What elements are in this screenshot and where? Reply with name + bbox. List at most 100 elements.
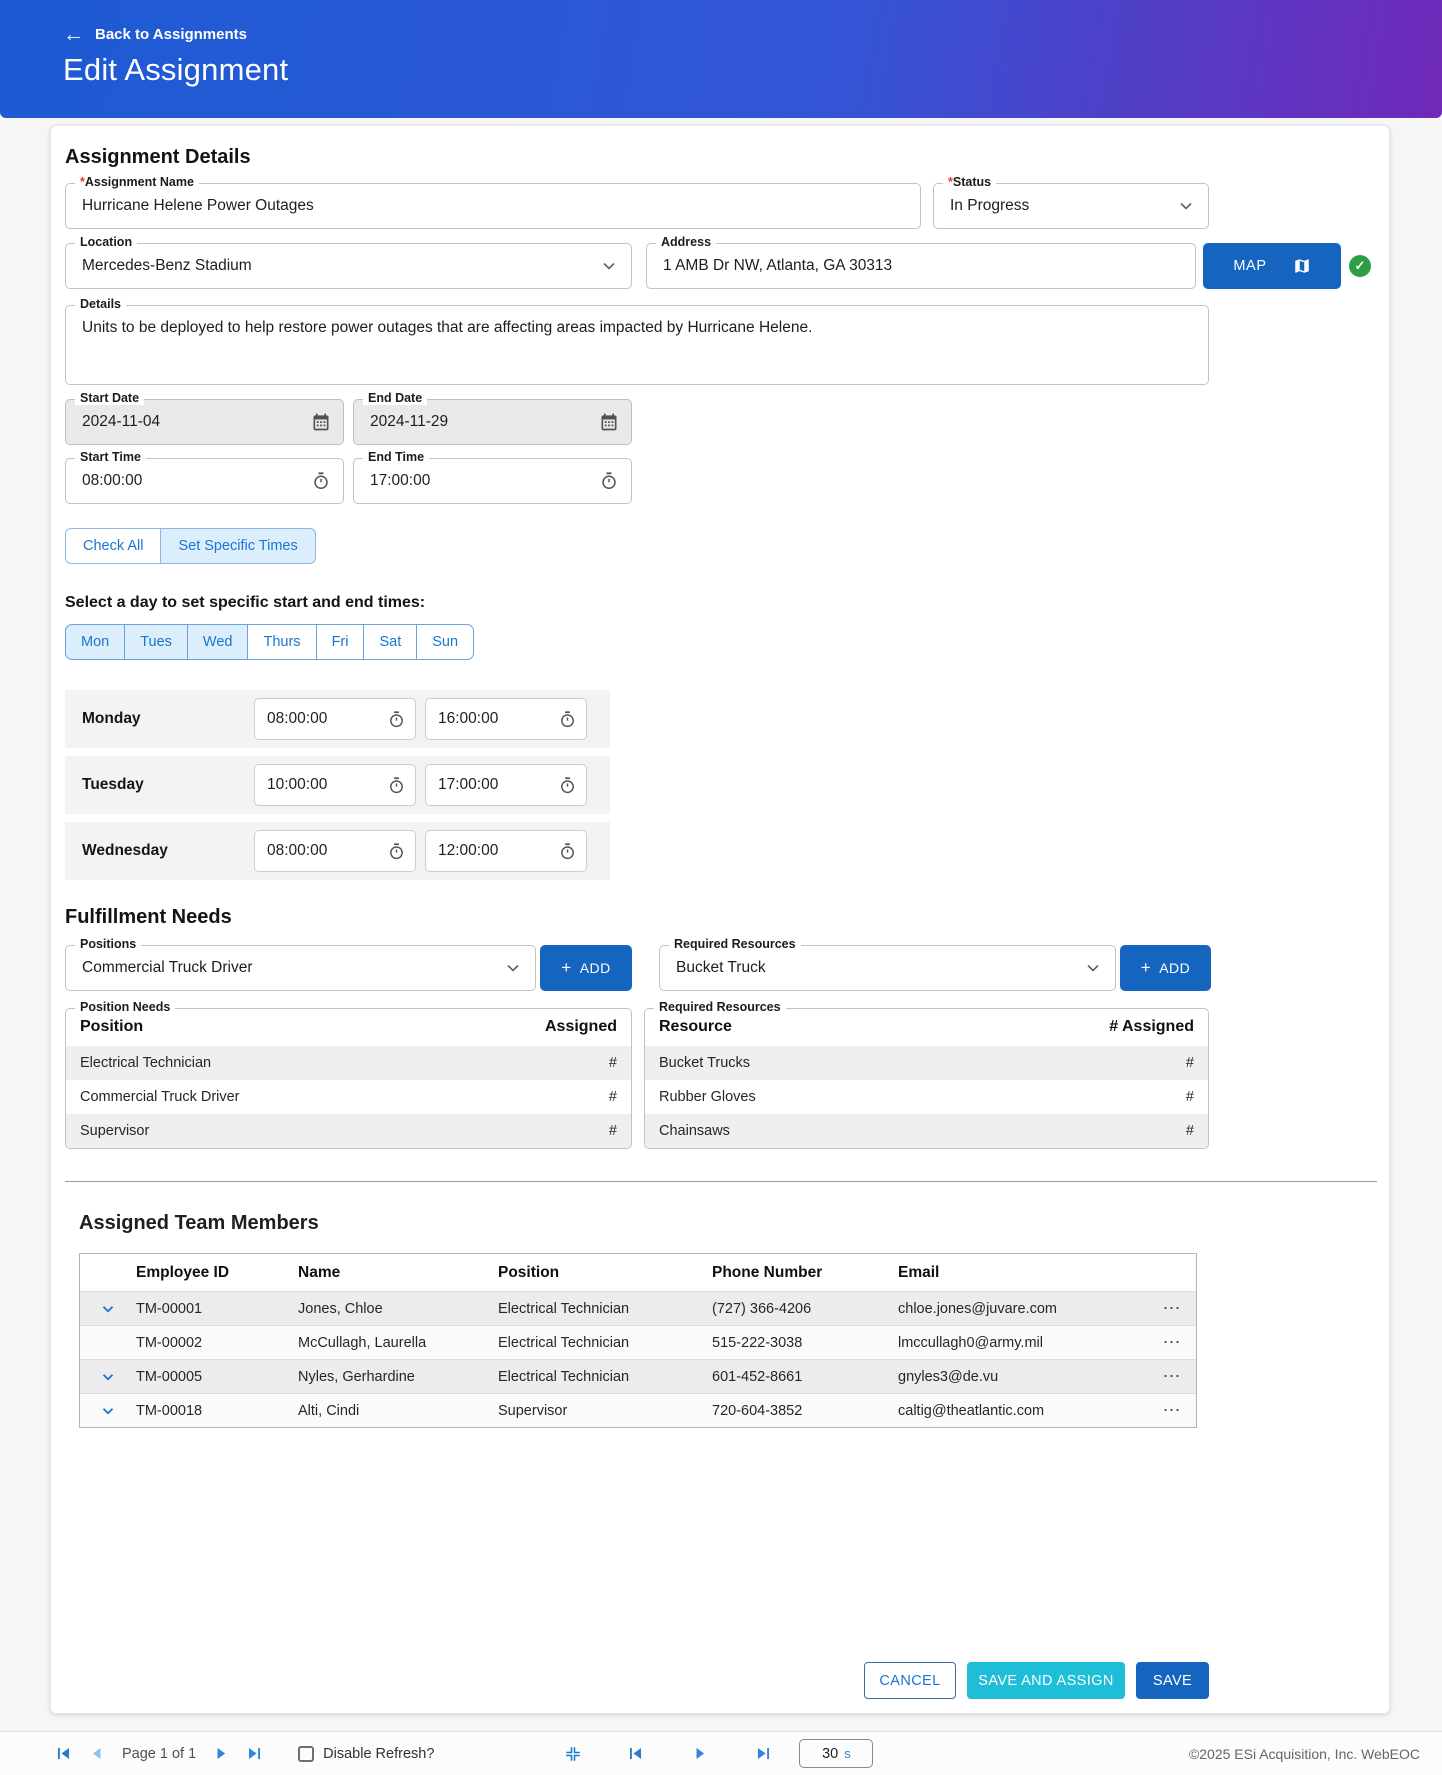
refresh-last-icon[interactable] <box>754 1744 773 1763</box>
assigned-team-members-heading: Assigned Team Members <box>79 1212 1375 1235</box>
timer-icon <box>599 471 619 491</box>
day-button-wed[interactable]: Wed <box>188 624 249 660</box>
timer-icon <box>387 842 406 861</box>
section-divider <box>65 1181 1377 1182</box>
day-button-fri[interactable]: Fri <box>317 624 365 660</box>
check-all-button[interactable]: Check All <box>65 528 161 564</box>
day-button-sat[interactable]: Sat <box>364 624 417 660</box>
day-time-row-wednesday: Wednesday 08:00:00 12:00:00 <box>65 822 610 880</box>
set-specific-times-button[interactable]: Set Specific Times <box>161 528 315 564</box>
day-time-row-monday: Monday 08:00:00 16:00:00 <box>65 690 610 748</box>
row-more-actions-icon[interactable]: ⋯ <box>1146 1332 1198 1353</box>
wednesday-end-time-input[interactable]: 12:00:00 <box>425 830 587 872</box>
fulfillment-needs-heading: Fulfillment Needs <box>65 906 1375 929</box>
timer-icon <box>387 710 406 729</box>
row-more-actions-icon[interactable]: ⋯ <box>1146 1298 1198 1319</box>
save-and-assign-button[interactable]: SAVE AND ASSIGN <box>967 1662 1125 1699</box>
footer-toolbar: Page 1 of 1 Disable Refresh? 30 s ©2025 … <box>0 1731 1442 1775</box>
disable-refresh-checkbox[interactable] <box>298 1746 314 1762</box>
start-date-label: Start Date <box>75 391 144 405</box>
status-label: *Status <box>943 175 996 189</box>
map-button[interactable]: MAP <box>1203 243 1341 289</box>
wednesday-start-time-input[interactable]: 08:00:00 <box>254 830 416 872</box>
timer-icon <box>558 842 577 861</box>
timer-icon <box>558 776 577 795</box>
end-date-label: End Date <box>363 391 427 405</box>
play-refresh-icon[interactable] <box>691 1744 710 1763</box>
calendar-icon <box>311 412 331 432</box>
team-member-row: TM-00018 Alti, Cindi Supervisor 720-604-… <box>80 1393 1196 1427</box>
position-needs-table-label: Position Needs <box>75 1000 175 1014</box>
day-name: Tuesday <box>82 776 254 794</box>
positions-label: Positions <box>75 937 141 951</box>
day-button-tues[interactable]: Tues <box>125 624 188 660</box>
assignment-name-label: *Assignment Name <box>75 175 199 189</box>
table-row: Supervisor# <box>66 1114 631 1148</box>
next-page-icon[interactable] <box>212 1744 231 1763</box>
compress-icon[interactable] <box>564 1745 582 1763</box>
chevron-down-icon <box>599 256 619 276</box>
tuesday-start-time-input[interactable]: 10:00:00 <box>254 764 416 806</box>
add-resource-button[interactable]: + ADD <box>1120 945 1211 991</box>
location-label: Location <box>75 235 137 249</box>
positions-select[interactable]: Positions Commercial Truck Driver <box>65 945 536 991</box>
details-textarea[interactable]: Details Units to be deployed to help res… <box>65 305 1209 385</box>
tuesday-end-time-input[interactable]: 17:00:00 <box>425 764 587 806</box>
refresh-interval-input[interactable]: 30 s <box>799 1739 873 1768</box>
expand-row-chevron-icon[interactable] <box>80 1300 136 1318</box>
start-time-label: Start Time <box>75 450 146 464</box>
table-row: Rubber Gloves# <box>645 1080 1208 1114</box>
start-time-input[interactable]: Start Time 08:00:00 <box>65 458 344 504</box>
monday-start-time-input[interactable]: 08:00:00 <box>254 698 416 740</box>
day-select-instruction: Select a day to set specific start and e… <box>65 594 1375 612</box>
table-row: Commercial Truck Driver# <box>66 1080 631 1114</box>
required-resources-table-label: Required Resources <box>654 1000 786 1014</box>
monday-end-time-input[interactable]: 16:00:00 <box>425 698 587 740</box>
expand-row-chevron-icon[interactable] <box>80 1402 136 1420</box>
table-row: Chainsaws# <box>645 1114 1208 1148</box>
form-actions: CANCEL SAVE AND ASSIGN SAVE <box>65 1662 1209 1699</box>
row-more-actions-icon[interactable]: ⋯ <box>1146 1366 1198 1387</box>
time-mode-toggle-group: Check All Set Specific Times <box>65 528 316 564</box>
back-to-assignments-link[interactable]: ← Back to Assignments <box>63 26 1442 43</box>
position-needs-table: Position Needs Position Assigned Electri… <box>65 1008 632 1149</box>
plus-icon: + <box>561 958 571 978</box>
back-arrow-icon: ← <box>63 27 84 42</box>
save-button[interactable]: SAVE <box>1136 1662 1209 1699</box>
table-header: Position Assigned <box>66 1009 631 1046</box>
back-link-label: Back to Assignments <box>95 26 247 43</box>
table-header: Resource # Assigned <box>645 1009 1208 1046</box>
address-verified-check-icon: ✓ <box>1349 255 1371 277</box>
day-button-mon[interactable]: Mon <box>65 624 125 660</box>
assignment-name-input[interactable]: *Assignment Name Hurricane Helene Power … <box>65 183 921 229</box>
team-member-row: TM-00005 Nyles, Gerhardine Electrical Te… <box>80 1359 1196 1393</box>
day-name: Wednesday <box>82 842 254 860</box>
disable-refresh-label: Disable Refresh? <box>323 1746 434 1762</box>
calendar-icon <box>599 412 619 432</box>
end-time-input[interactable]: End Time 17:00:00 <box>353 458 632 504</box>
required-resources-label: Required Resources <box>669 937 801 951</box>
table-row: Electrical Technician# <box>66 1046 631 1080</box>
first-page-icon[interactable] <box>54 1744 73 1763</box>
refresh-interval-unit: s <box>844 1746 851 1761</box>
location-select[interactable]: Location Mercedes-Benz Stadium <box>65 243 632 289</box>
plus-icon: + <box>1141 958 1151 978</box>
day-button-thurs[interactable]: Thurs <box>248 624 316 660</box>
refresh-first-icon[interactable] <box>626 1744 645 1763</box>
end-date-input: End Date 2024-11-29 <box>353 399 632 445</box>
required-resources-select[interactable]: Required Resources Bucket Truck <box>659 945 1116 991</box>
last-page-icon[interactable] <box>245 1744 264 1763</box>
day-button-group: Mon Tues Wed Thurs Fri Sat Sun <box>65 624 474 660</box>
page-title: Edit Assignment <box>63 52 1442 88</box>
row-more-actions-icon[interactable]: ⋯ <box>1146 1400 1198 1421</box>
day-button-sun[interactable]: Sun <box>417 624 474 660</box>
add-position-button[interactable]: + ADD <box>540 945 632 991</box>
cancel-button[interactable]: CANCEL <box>864 1662 956 1699</box>
copyright-text: ©2025 ESi Acquisition, Inc. WebEOC <box>1189 1746 1420 1762</box>
previous-page-icon[interactable] <box>87 1744 106 1763</box>
timer-icon <box>311 471 331 491</box>
expand-row-chevron-icon[interactable] <box>80 1368 136 1386</box>
status-select[interactable]: *Status In Progress <box>933 183 1209 229</box>
app-header: ← Back to Assignments Edit Assignment <box>0 0 1442 118</box>
address-input[interactable]: Address 1 AMB Dr NW, Atlanta, GA 30313 <box>646 243 1196 289</box>
